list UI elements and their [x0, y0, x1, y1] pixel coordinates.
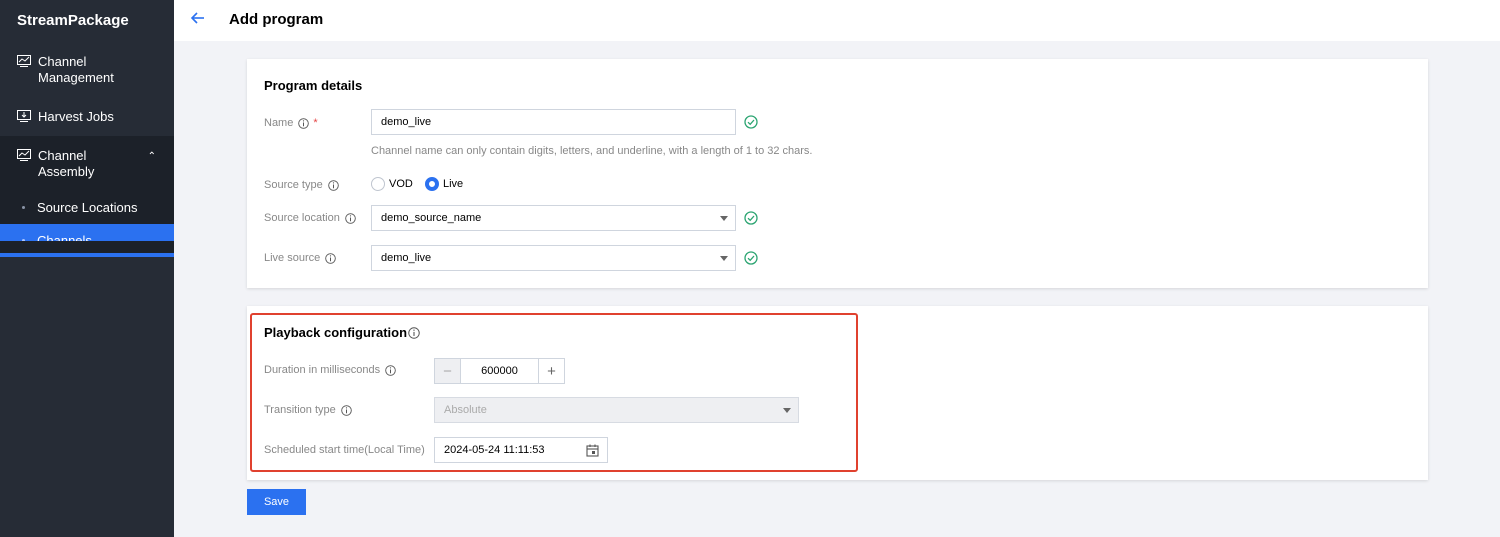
sidebar-item-label: Harvest Jobs — [38, 109, 114, 124]
monitor-chart-icon — [17, 149, 31, 161]
duration-label: Duration in milliseconds — [264, 364, 396, 376]
live-source-label: Live source — [264, 252, 337, 264]
start-time-input[interactable]: 2024-05-24 11:11:53 — [434, 437, 608, 463]
increment-button[interactable]: + — [538, 358, 565, 384]
radio-circle[interactable] — [371, 177, 385, 191]
radio-live[interactable]: Live — [425, 177, 463, 191]
select-value: demo_live — [381, 252, 432, 264]
sidebar-item-harvest-jobs[interactable]: Harvest Jobs — [0, 97, 174, 136]
sidebar-subitem-source-locations[interactable]: Source Locations — [0, 191, 174, 224]
section-title: Program details — [264, 78, 363, 93]
info-icon[interactable] — [340, 404, 352, 416]
bullet-icon — [22, 206, 25, 209]
field-label-text: Duration in milliseconds — [264, 364, 381, 376]
section-title: Playback configuration — [264, 325, 408, 340]
field-label-text: Source location — [264, 212, 340, 224]
name-hint: Channel name can only contain digits, le… — [371, 145, 813, 157]
start-time-label: Scheduled start time(Local Time) — [264, 444, 425, 456]
select-value: demo_source_name — [381, 212, 482, 224]
calendar-icon[interactable] — [586, 444, 599, 457]
playback-configuration-card: Playback configuration Duration in milli… — [247, 306, 1428, 480]
info-icon[interactable] — [327, 179, 339, 191]
decrement-button[interactable]: − — [434, 358, 461, 384]
sidebar-subitem-label: Source Locations — [37, 200, 138, 215]
radio-circle[interactable] — [425, 177, 439, 191]
name-input[interactable]: demo_live — [371, 109, 736, 135]
page-header: Add program — [174, 0, 1500, 41]
transition-type-select[interactable]: Absolute — [434, 397, 799, 423]
name-label: Name * — [264, 117, 318, 129]
field-label-text: Scheduled start time(Local Time) — [264, 444, 425, 456]
radio-label: VOD — [389, 178, 413, 190]
brand-logo[interactable]: StreamPackage — [0, 0, 174, 42]
radio-label: Live — [443, 178, 464, 190]
caret-down-icon — [720, 216, 728, 221]
live-source-select[interactable]: demo_live — [371, 245, 736, 271]
sidebar-item-label: Channel Management — [38, 54, 114, 85]
info-icon[interactable] — [325, 252, 337, 264]
sidebar-item-label: Channel Assembly — [38, 148, 95, 179]
check-circle-icon — [744, 211, 758, 225]
field-label-text: Live source — [264, 252, 321, 264]
info-icon[interactable] — [298, 117, 310, 129]
field-label-text: Source type — [264, 179, 323, 191]
sidebar-item-channel-management[interactable]: Channel Management — [0, 42, 174, 97]
caret-down-icon — [783, 408, 791, 413]
info-icon[interactable] — [345, 212, 356, 224]
info-icon[interactable] — [385, 364, 396, 376]
caret-down-icon — [720, 256, 728, 261]
source-location-label: Source location — [264, 212, 356, 224]
arrow-left-icon[interactable] — [190, 10, 206, 26]
check-circle-icon — [744, 115, 758, 129]
sidebar-item-channel-assembly[interactable]: Channel Assembly ⌃ — [0, 136, 174, 191]
download-monitor-icon — [17, 110, 31, 122]
chevron-up-icon[interactable]: ⌃ — [148, 149, 156, 165]
duration-input[interactable]: 600000 — [461, 358, 538, 384]
select-value: Absolute — [444, 404, 487, 416]
page-title: Add program — [229, 11, 324, 28]
duration-stepper: − 600000 + — [434, 358, 565, 384]
sidebar: StreamPackage Channel Management Harvest… — [0, 0, 174, 537]
required-mark: * — [313, 117, 318, 129]
section-title-row: Playback configuration — [264, 325, 420, 340]
source-type-label: Source type — [264, 179, 339, 191]
check-circle-icon — [744, 251, 758, 265]
sidebar-group-channel-assembly: Channel Assembly ⌃ Source Locations Chan… — [0, 136, 174, 257]
sidebar-divider — [0, 241, 174, 253]
info-icon[interactable] — [408, 326, 420, 339]
transition-type-label: Transition type — [264, 404, 352, 416]
program-details-card: Program details Name * demo_live Channel… — [247, 59, 1428, 288]
save-button[interactable]: Save — [247, 489, 306, 515]
date-value: 2024-05-24 11:11:53 — [444, 444, 545, 456]
field-label-text: Transition type — [264, 404, 336, 416]
monitor-chart-icon — [17, 55, 31, 67]
source-location-select[interactable]: demo_source_name — [371, 205, 736, 231]
radio-vod[interactable]: VOD — [371, 177, 413, 191]
field-label-text: Name — [264, 117, 294, 129]
